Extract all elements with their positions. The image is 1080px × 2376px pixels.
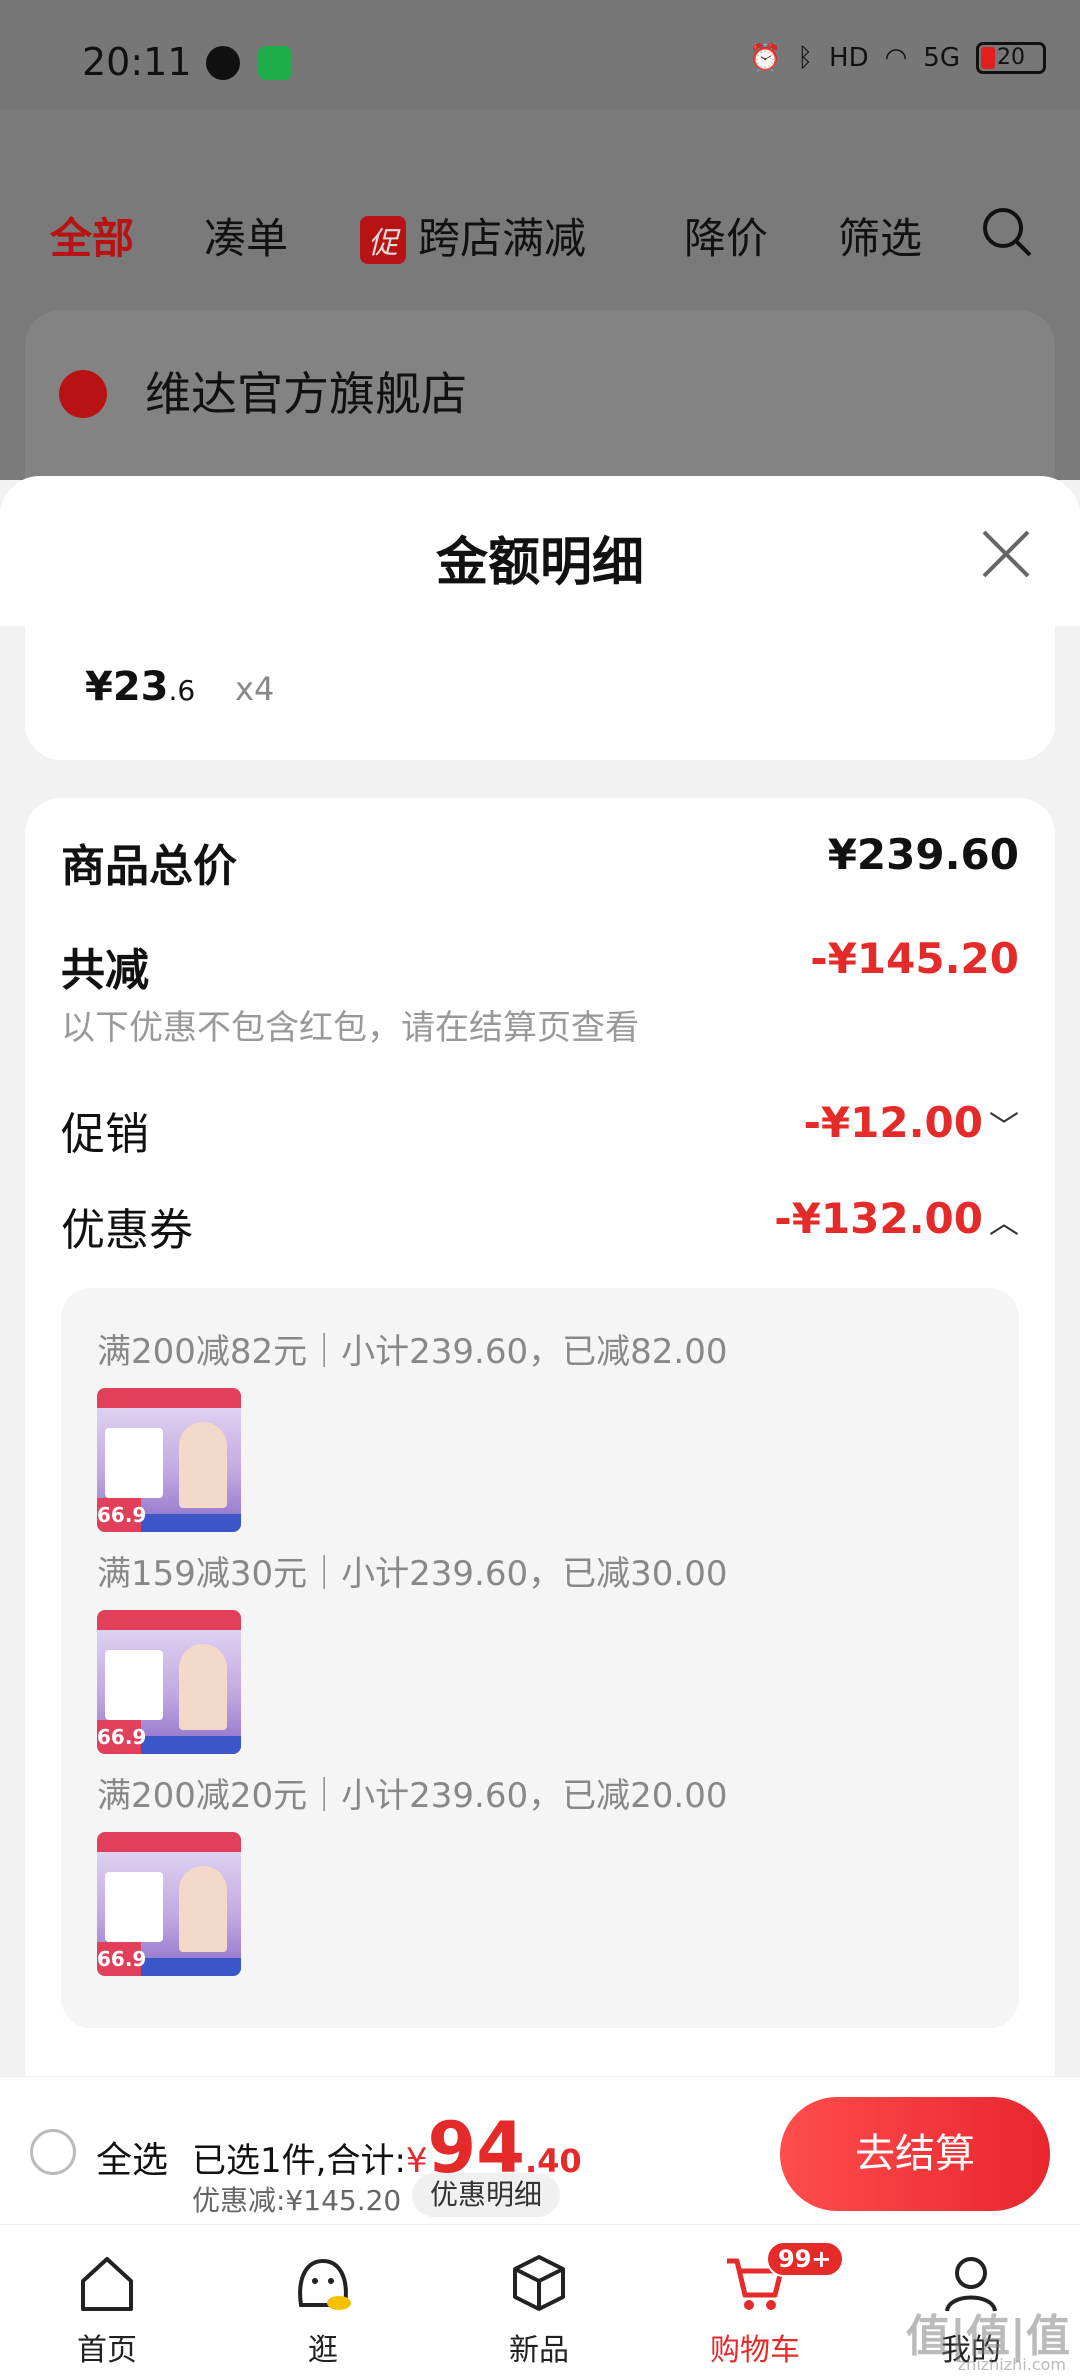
- select-all-radio[interactable]: [30, 2129, 76, 2175]
- tab-bundle[interactable]: 凑单: [204, 205, 288, 266]
- reduce-note: 以下优惠不包含红包，请在结算页查看: [61, 1008, 639, 1048]
- unit-price: ¥23.6: [85, 664, 196, 710]
- thumb-price: 66.9: [97, 1720, 146, 1754]
- checkout-button[interactable]: 去结算: [780, 2097, 1050, 2211]
- amount-breakdown-card: 商品总价 ¥239.60 共减 -¥145.20 以下优惠不包含红包，请在结算页…: [25, 798, 1055, 2076]
- select-all-label[interactable]: 全选: [96, 2131, 168, 2183]
- tab-price-drop[interactable]: 降价: [684, 205, 768, 266]
- total-label: 商品总价: [61, 841, 237, 892]
- chevron-down-icon: ﹀: [989, 1110, 1019, 1145]
- tab-all[interactable]: 全部: [50, 205, 134, 266]
- battery-level: 20: [997, 45, 1025, 70]
- coupon-line: 满159减30元｜小计239.60，已减30.00: [97, 1554, 728, 1594]
- discount-detail-button[interactable]: 优惠明细: [412, 2173, 561, 2217]
- signal-icon: 5G: [923, 43, 960, 73]
- bottom-nav: 首页 逛 新品 99+ 购物车 我的 值|值|值 zhizhizhi.com: [0, 2224, 1080, 2376]
- watermark-url: zhizhizhi.com: [957, 2355, 1066, 2374]
- home-icon: [81, 2257, 133, 2311]
- browse-mascot-icon: [298, 2258, 351, 2310]
- product-thumbnail[interactable]: 66.9: [97, 1388, 241, 1532]
- discount-summary: 优惠减:¥145.20: [192, 2184, 402, 2217]
- chevron-up-icon: ︿: [989, 1206, 1019, 1241]
- promo-row-toggle[interactable]: -¥12.00 ﹀: [803, 1098, 1019, 1147]
- cube-icon: [513, 2255, 565, 2311]
- item-price-card: ¥23.6 x4: [25, 626, 1055, 760]
- sheet-title: 金额明细: [435, 533, 644, 593]
- filter-tabs: 全部 凑单 促跨店满减 降价 筛选: [0, 205, 1080, 285]
- coupon-row-toggle[interactable]: -¥132.00 ︿: [774, 1194, 1019, 1243]
- message-notification-icon: [258, 46, 292, 80]
- coupon-list: 满200减82元｜小计239.60，已减82.00 66.9 满159减30元｜…: [61, 1288, 1019, 2028]
- status-indicators: ⏰ ᛒ HD ◠ 5G 20: [749, 42, 1046, 74]
- checkout-bar: 全选 已选1件,合计:¥94.40 优惠减:¥145.20 优惠明细 去结算: [0, 2076, 1080, 2224]
- battery-icon: 20: [976, 42, 1046, 74]
- reduce-value: -¥145.20: [810, 934, 1019, 983]
- app-notification-icon: [206, 46, 240, 80]
- background-cart-page: 全部 凑单 促跨店满减 降价 筛选 维达官方旗舰店: [0, 110, 1080, 570]
- thumb-price: 66.9: [97, 1498, 146, 1532]
- amount-detail-sheet: 金额明细 ¥23.6 x4 商品总价 ¥239.60 共减 -¥145.20 以…: [0, 476, 1080, 2076]
- nav-home[interactable]: 首页: [32, 2247, 182, 2369]
- product-thumbnail[interactable]: 66.9: [97, 1832, 241, 1976]
- status-bar: 20:11 ⏰ ᛒ HD ◠ 5G 20: [0, 0, 1080, 110]
- nav-new[interactable]: 新品: [464, 2247, 614, 2369]
- tab-cross-store-label: 跨店满减: [418, 214, 587, 263]
- coupon-line: 满200减20元｜小计239.60，已减20.00: [97, 1776, 728, 1816]
- bluetooth-icon: ᛒ: [797, 43, 814, 73]
- nav-browse[interactable]: 逛: [248, 2247, 398, 2369]
- tab-filter[interactable]: 筛选: [838, 205, 922, 266]
- coupon-line: 满200减82元｜小计239.60，已减82.00: [97, 1332, 728, 1372]
- nav-cart[interactable]: 99+ 购物车: [680, 2241, 844, 2369]
- alarm-icon: ⏰: [749, 43, 782, 73]
- reduce-label: 共减: [61, 945, 149, 996]
- sheet-header: 金额明细: [0, 476, 1080, 626]
- promo-badge: 促: [360, 216, 406, 264]
- cart-badge: 99+: [766, 2241, 844, 2277]
- product-thumbnail[interactable]: 66.9: [97, 1610, 241, 1754]
- coupon-value: -¥132.00: [774, 1194, 983, 1243]
- total-value: ¥239.60: [827, 830, 1019, 879]
- tab-cross-store[interactable]: 促跨店满减: [360, 205, 586, 266]
- promo-label: 促销: [61, 1109, 149, 1160]
- promo-value: -¥12.00: [803, 1098, 983, 1147]
- hd-icon: HD: [829, 43, 869, 73]
- status-time: 20:11: [82, 40, 192, 84]
- item-quantity: x4: [235, 670, 275, 708]
- store-name[interactable]: 维达官方旗舰店: [145, 358, 467, 424]
- store-check-icon[interactable]: [59, 370, 107, 418]
- coupon-label: 优惠券: [61, 1205, 193, 1256]
- wifi-icon: ◠: [884, 43, 908, 73]
- close-icon[interactable]: [976, 524, 1036, 584]
- thumb-price: 66.9: [97, 1942, 146, 1976]
- search-icon[interactable]: [980, 205, 1034, 263]
